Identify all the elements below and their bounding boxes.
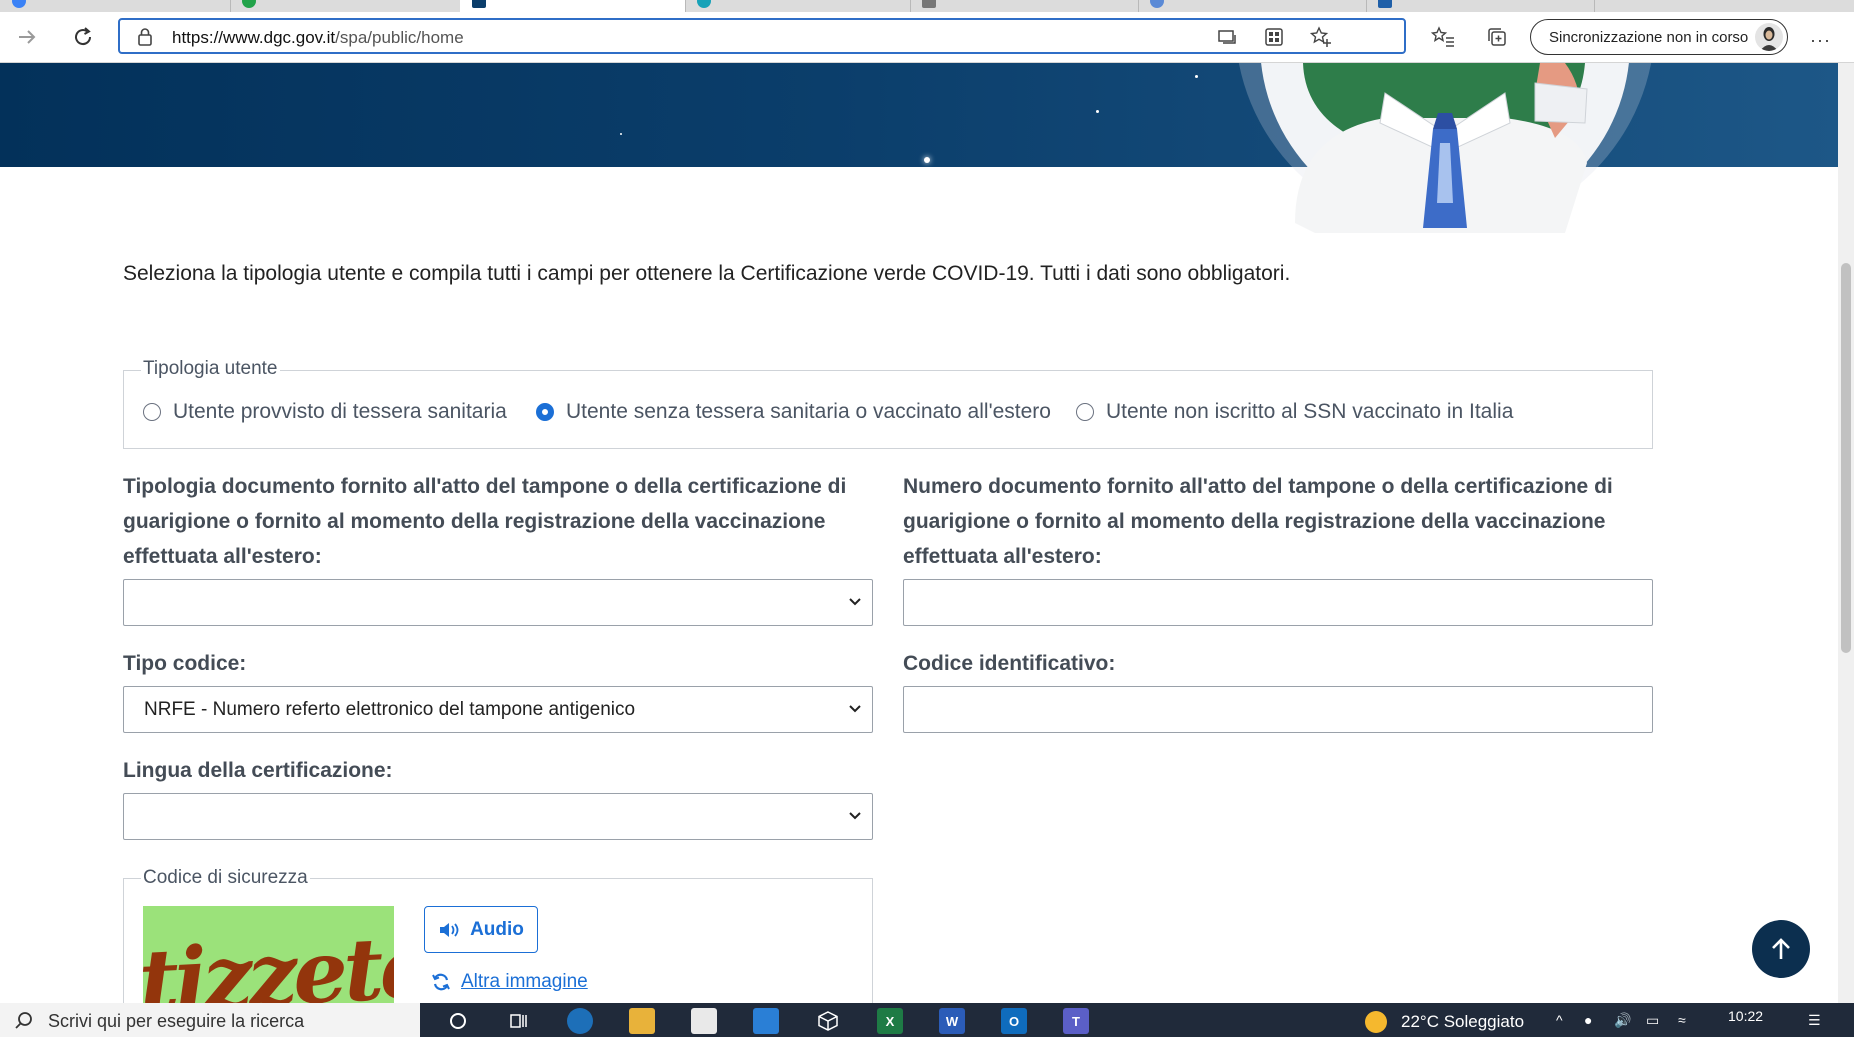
refresh-captcha-link[interactable]: Altra immagine	[431, 971, 588, 993]
chevron-down-icon	[849, 598, 861, 606]
tab-strip	[0, 0, 1854, 12]
radio-with-health-card[interactable]: Utente provvisto di tessera sanitaria	[143, 400, 507, 424]
back-to-top-button[interactable]	[1752, 920, 1810, 978]
page-scrollbar[interactable]	[1838, 63, 1854, 1003]
chevron-up-icon[interactable]: ^	[1556, 1012, 1563, 1028]
weather-widget[interactable]: 22°C Soleggiato	[1365, 1011, 1524, 1033]
chevron-down-icon	[849, 812, 861, 820]
extensions-grid-icon[interactable]	[1263, 26, 1285, 48]
taskbar-clock[interactable]: 10:22	[1728, 1008, 1763, 1024]
word-icon[interactable]: W	[939, 1008, 965, 1034]
browser-tab[interactable]	[685, 0, 911, 12]
file-explorer-icon[interactable]	[629, 1008, 655, 1034]
url-text[interactable]: https://www.dgc.gov.it/spa/public/home	[172, 28, 464, 48]
chevron-down-icon	[849, 705, 861, 713]
speaker-icon	[440, 922, 459, 937]
task-view-icon[interactable]	[505, 1008, 531, 1034]
doc-type-label: Tipologia documento fornito all'atto del…	[123, 475, 847, 568]
captcha-image: tizzete	[143, 906, 394, 1004]
wifi-icon[interactable]: ≈	[1678, 1012, 1686, 1028]
arrow-right-icon	[19, 30, 36, 44]
taskbar-search[interactable]: Scrivi qui per eseguire la ricerca	[0, 1003, 420, 1037]
radio-circle[interactable]	[143, 403, 161, 421]
doctor-illustration	[1238, 63, 1652, 233]
package-icon[interactable]	[815, 1008, 841, 1034]
code-id-label: Codice identificativo:	[903, 652, 1116, 675]
security-icon[interactable]: ●	[1584, 1012, 1592, 1028]
sync-profile-button[interactable]: Sincronizzazione non in corso	[1530, 19, 1788, 55]
volume-icon[interactable]: 🔊	[1614, 1012, 1631, 1029]
battery-icon[interactable]: ▭	[1646, 1012, 1659, 1029]
forward-button[interactable]	[14, 24, 40, 50]
more-options-icon[interactable]: ···	[1810, 30, 1831, 51]
browser-toolbar: https://www.dgc.gov.it/spa/public/home S…	[0, 12, 1854, 63]
arrow-up-icon	[1772, 938, 1790, 959]
radio-circle[interactable]	[1076, 403, 1094, 421]
radio-circle-selected[interactable]	[536, 403, 554, 421]
radio-without-health-card[interactable]: Utente senza tessera sanitaria o vaccina…	[536, 400, 1051, 424]
user-type-legend: Tipologia utente	[141, 358, 280, 380]
app-available-icon[interactable]	[1216, 26, 1238, 48]
add-favorite-icon[interactable]	[1310, 26, 1332, 48]
avatar	[1755, 23, 1783, 51]
code-id-input[interactable]	[903, 686, 1653, 733]
language-select[interactable]	[123, 793, 873, 840]
browser-tab[interactable]	[0, 0, 231, 12]
cortana-icon[interactable]	[445, 1008, 471, 1034]
browser-tab[interactable]	[230, 0, 461, 12]
browser-tab[interactable]	[910, 0, 1139, 12]
windows-taskbar: Scrivi qui per eseguire la ricerca X W O…	[0, 1003, 1854, 1037]
captcha-legend: Codice di sicurezza	[141, 867, 310, 889]
browser-tab[interactable]	[1138, 0, 1367, 12]
teams-icon[interactable]: T	[1063, 1008, 1089, 1034]
mail-icon[interactable]	[753, 1008, 779, 1034]
doc-number-label: Numero documento fornito all'atto del ta…	[903, 475, 1613, 568]
language-label: Lingua della certificazione:	[123, 759, 393, 782]
favorites-list-icon	[1431, 26, 1454, 47]
doc-number-input[interactable]	[903, 579, 1653, 626]
collections-icon	[1488, 28, 1506, 46]
code-type-select[interactable]: NRFE - Numero referto elettronico del ta…	[123, 686, 873, 733]
code-type-label: Tipo codice:	[123, 652, 247, 675]
refresh-icon	[75, 27, 92, 46]
radio-not-ssn-registered[interactable]: Utente non iscritto al SSN vaccinato in …	[1076, 400, 1513, 424]
sync-status-text: Sincronizzazione non in corso	[1549, 29, 1749, 46]
collections-button[interactable]	[1484, 24, 1510, 50]
store-icon[interactable]	[691, 1008, 717, 1034]
audio-captcha-button[interactable]: Audio	[424, 906, 538, 953]
address-bar[interactable]: https://www.dgc.gov.it/spa/public/home	[118, 18, 1406, 54]
refresh-button[interactable]	[70, 24, 96, 50]
notifications-icon[interactable]: ☰	[1808, 1012, 1821, 1029]
browser-tab-active[interactable]	[460, 0, 686, 12]
edge-icon[interactable]	[567, 1008, 593, 1034]
excel-icon[interactable]: X	[877, 1008, 903, 1034]
search-icon	[15, 1012, 32, 1029]
sun-icon	[1365, 1011, 1387, 1033]
scrollbar-thumb[interactable]	[1841, 263, 1851, 653]
favorites-button[interactable]	[1430, 24, 1456, 50]
outlook-icon[interactable]: O	[1001, 1008, 1027, 1034]
lock-icon	[136, 27, 154, 52]
browser-tab[interactable]	[1366, 0, 1595, 12]
doc-type-select[interactable]	[123, 579, 873, 626]
intro-text: Seleziona la tipologia utente e compila …	[123, 262, 1291, 285]
refresh-icon	[432, 973, 450, 991]
